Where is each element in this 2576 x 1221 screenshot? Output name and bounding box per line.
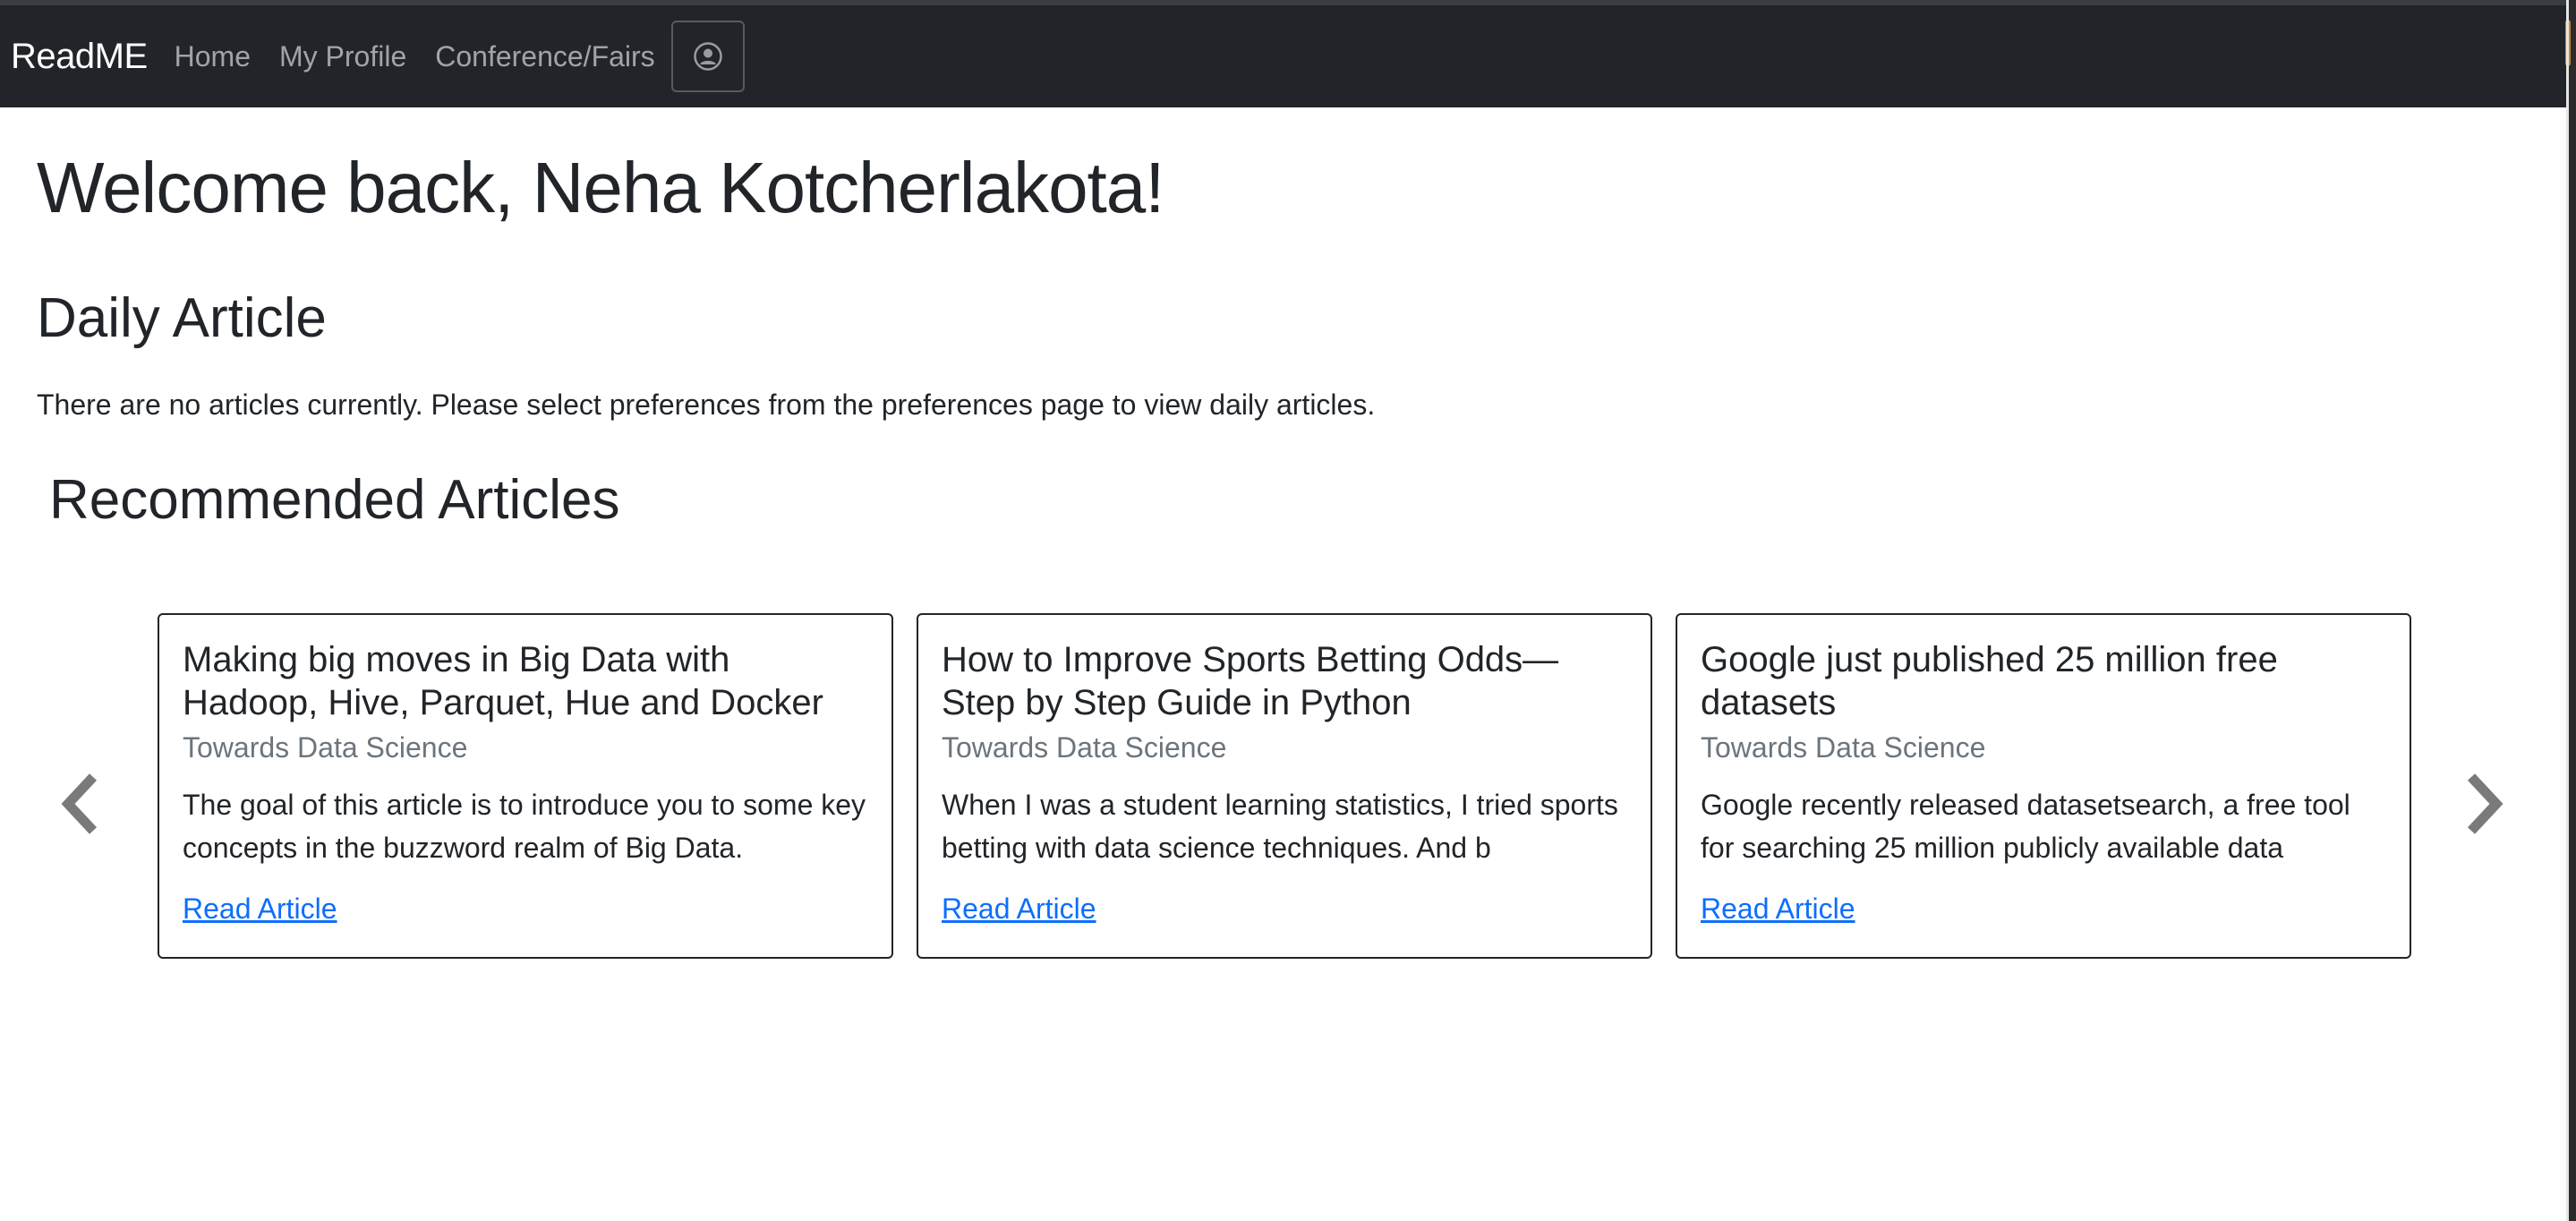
article-card-title: Google just published 25 million free da… <box>1701 640 2278 722</box>
article-card-summary: When I was a student learning statistics… <box>942 789 1618 864</box>
window-edge <box>2565 0 2576 1221</box>
nav-link-conference-fairs[interactable]: Conference/Fairs <box>435 40 654 73</box>
nav-link-my-profile[interactable]: My Profile <box>279 40 406 73</box>
daily-article-empty-message: There are no articles currently. Please … <box>37 388 1376 421</box>
article-card-summary: Google recently released datasetsearch, … <box>1701 789 2350 864</box>
app-window: ReadME Home My Profile Conference/Fairs … <box>0 0 2576 1221</box>
recommended-articles-heading: Recommended Articles <box>49 469 620 531</box>
article-card: Making big moves in Big Data with Hadoop… <box>158 613 893 959</box>
article-card-source: Towards Data Science <box>1701 731 1986 764</box>
carousel-next-button[interactable] <box>2448 752 2520 859</box>
chevron-left-icon <box>57 773 104 839</box>
profile-menu-button[interactable] <box>670 21 745 92</box>
article-card-title: Making big moves in Big Data with Hadoop… <box>183 640 823 722</box>
read-article-link[interactable]: Read Article <box>1701 892 1855 926</box>
article-card-summary: The goal of this article is to introduce… <box>183 789 866 864</box>
user-circle-icon <box>693 41 723 72</box>
top-navbar: ReadME Home My Profile Conference/Fairs <box>0 0 2569 107</box>
read-article-link[interactable]: Read Article <box>942 892 1096 926</box>
chevron-right-icon <box>2461 773 2507 839</box>
article-card-source: Towards Data Science <box>942 731 1227 764</box>
nav-link-home[interactable]: Home <box>175 40 251 73</box>
read-article-link[interactable]: Read Article <box>183 892 337 926</box>
article-card-source: Towards Data Science <box>183 731 468 764</box>
article-card-title: How to Improve Sports Betting Odds— Step… <box>942 640 1559 722</box>
brand-logo-link[interactable]: ReadME <box>11 37 148 77</box>
carousel-prev-button[interactable] <box>45 752 116 859</box>
welcome-heading: Welcome back, Neha Kotcherlakota! <box>37 148 1164 227</box>
article-card: Google just published 25 million free da… <box>1676 613 2411 959</box>
daily-article-heading: Daily Article <box>37 287 327 349</box>
article-card: How to Improve Sports Betting Odds— Step… <box>917 613 1652 959</box>
